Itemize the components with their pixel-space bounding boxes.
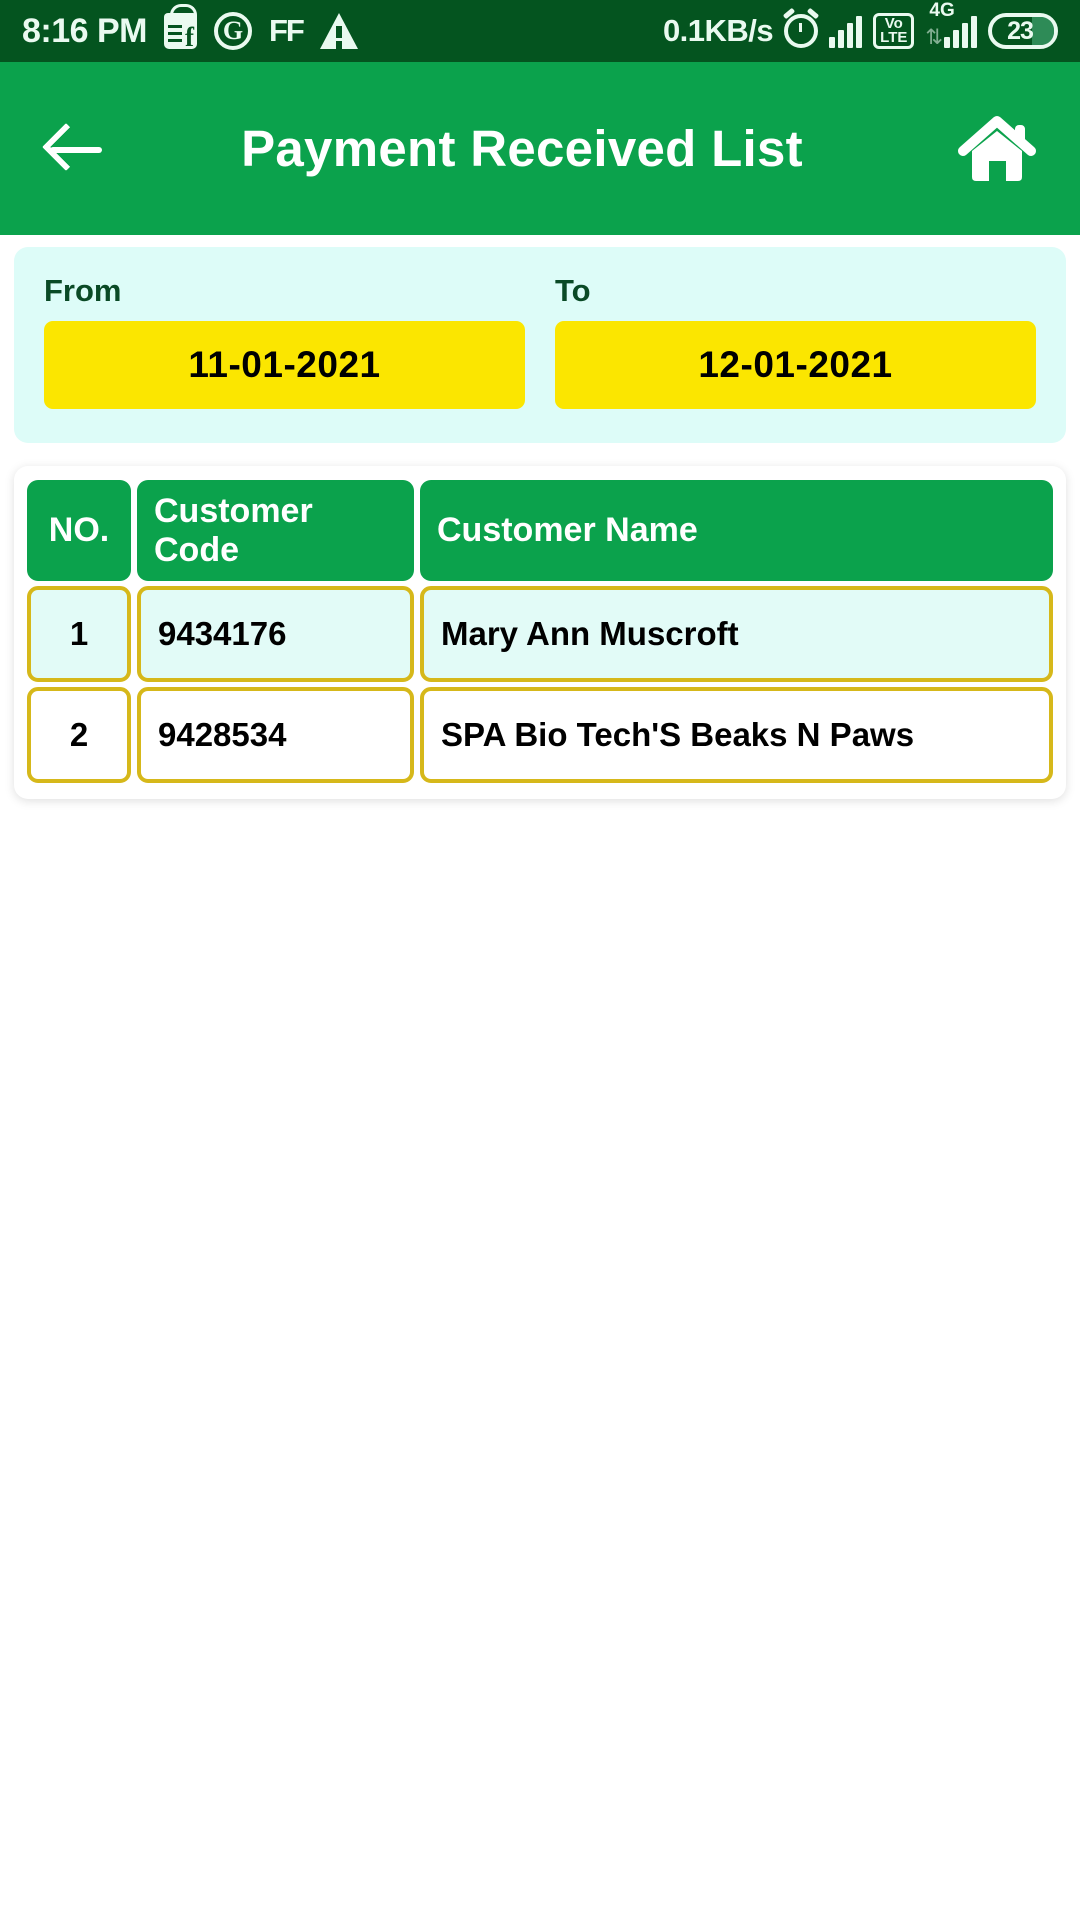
page-title: Payment Received List xyxy=(241,120,803,177)
app-bar: Payment Received List xyxy=(0,62,1080,235)
network-speed-text: 0.1KB/s xyxy=(662,13,774,48)
status-clock: 8:16 PM xyxy=(22,11,148,50)
table-header-row: NO. Customer Code Customer Name xyxy=(27,480,1053,581)
volte-bottom-label: LTE xyxy=(880,29,908,46)
alarm-clock-icon xyxy=(784,14,819,48)
header-no: NO. xyxy=(27,480,131,581)
facebook-marketplace-icon xyxy=(164,4,197,53)
battery-icon: 23 xyxy=(988,13,1058,49)
volte-icon: Vo LTE xyxy=(873,12,915,50)
cell-customer-code: 9434176 xyxy=(137,586,414,682)
table-row[interactable]: 1 9434176 Mary Ann Muscroft xyxy=(27,586,1053,682)
g-circle-letter: G xyxy=(214,12,252,50)
header-customer-name: Customer Name xyxy=(420,480,1053,581)
date-filter-card: From 11-01-2021 To 12-01-2021 xyxy=(14,247,1066,443)
signal-bars-icon xyxy=(829,14,863,48)
warning-triangle-icon xyxy=(319,13,358,49)
payment-received-table: NO. Customer Code Customer Name 1 943417… xyxy=(14,466,1066,799)
status-bar-right: 0.1KB/s Vo LTE 4G ⇅ 23 xyxy=(662,0,1058,50)
from-label: From xyxy=(44,273,122,308)
cell-no: 1 xyxy=(27,586,131,682)
cell-customer-code: 9428534 xyxy=(137,687,414,783)
status-bar: 8:16 PM G FF 0.1KB/s Vo LTE 4G ⇅ xyxy=(0,0,1080,62)
table-row[interactable]: 2 9428534 SPA Bio Tech'S Beaks N Paws xyxy=(27,687,1053,783)
to-label: To xyxy=(555,273,591,308)
data-transfer-arrows-icon: ⇅ xyxy=(925,26,943,49)
cell-no: 2 xyxy=(27,687,131,783)
home-icon[interactable] xyxy=(958,111,1036,187)
to-date-group: To 12-01-2021 xyxy=(555,273,1036,409)
back-arrow-icon[interactable] xyxy=(44,118,106,180)
from-date-group: From 11-01-2021 xyxy=(44,273,525,409)
from-date-button[interactable]: 11-01-2021 xyxy=(44,321,525,409)
network-type-label: 4G xyxy=(929,0,955,21)
battery-level-label: 23 xyxy=(1007,16,1034,45)
status-bar-left: 8:16 PM G FF xyxy=(22,4,358,53)
battery-fill xyxy=(1032,17,1054,45)
header-customer-code: Customer Code xyxy=(137,480,414,581)
g-circle-icon: G xyxy=(214,12,252,50)
cell-customer-name: Mary Ann Muscroft xyxy=(420,586,1053,682)
to-date-button[interactable]: 12-01-2021 xyxy=(555,321,1036,409)
ff-app-icon: FF xyxy=(269,13,305,48)
cell-customer-name: SPA Bio Tech'S Beaks N Paws xyxy=(420,687,1053,783)
sim2-signal-icon: 4G ⇅ xyxy=(925,0,977,49)
